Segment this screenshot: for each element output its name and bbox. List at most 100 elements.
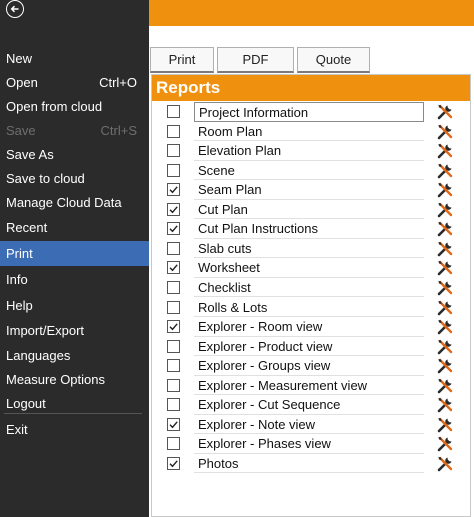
wrench-screwdriver-icon[interactable] — [436, 259, 454, 277]
wrench-screwdriver-icon[interactable] — [436, 396, 454, 414]
report-checkbox[interactable] — [167, 456, 180, 470]
report-checkbox[interactable] — [167, 280, 180, 294]
report-row: Elevation Plan — [152, 141, 470, 161]
reports-header: Reports — [152, 75, 470, 101]
wrench-screwdriver-icon[interactable] — [436, 416, 454, 434]
menu-item-import-export[interactable]: Import/Export — [0, 318, 149, 343]
wrench-screwdriver-icon[interactable] — [436, 220, 454, 238]
report-label[interactable]: Scene — [194, 161, 424, 181]
report-label[interactable]: Slab cuts — [194, 239, 424, 259]
wrench-screwdriver-icon[interactable] — [436, 181, 454, 199]
report-label[interactable]: Explorer - Cut Sequence — [194, 395, 424, 415]
report-label[interactable]: Rolls & Lots — [194, 298, 424, 317]
report-label[interactable]: Seam Plan — [194, 180, 424, 200]
shortcut-label: Ctrl+O — [99, 75, 137, 90]
report-row: Scene — [152, 161, 470, 181]
report-label[interactable]: Explorer - Phases view — [194, 434, 424, 454]
report-checkbox[interactable] — [167, 339, 180, 353]
report-checkbox[interactable] — [167, 163, 180, 177]
title-bar — [149, 0, 474, 26]
menu-item-recent[interactable]: Recent — [0, 215, 149, 240]
wrench-screwdriver-icon[interactable] — [436, 435, 454, 453]
menu-item-info[interactable]: Info — [0, 267, 149, 292]
menu-item-measure-options[interactable]: Measure Options — [0, 367, 149, 392]
report-row: Seam Plan — [152, 180, 470, 200]
report-checkbox[interactable] — [167, 300, 180, 314]
report-label[interactable]: Checklist — [194, 278, 424, 298]
report-checkbox[interactable] — [167, 105, 180, 118]
report-checkbox[interactable] — [167, 417, 180, 431]
report-label[interactable]: Explorer - Room view — [194, 317, 424, 337]
report-row: Project Information — [152, 102, 470, 122]
menu-item-manage-cloud-data[interactable]: Manage Cloud Data — [0, 190, 149, 215]
report-row: Rolls & Lots — [152, 298, 470, 317]
report-row: Explorer - Measurement view — [152, 376, 470, 396]
report-row: Explorer - Phases view — [152, 434, 470, 454]
report-label[interactable]: Explorer - Groups view — [194, 356, 424, 376]
report-row: Slab cuts — [152, 239, 470, 259]
report-row: Checklist — [152, 278, 470, 298]
wrench-screwdriver-icon[interactable] — [436, 357, 454, 375]
report-checkbox[interactable] — [167, 241, 180, 255]
back-arrow-icon[interactable] — [6, 0, 24, 18]
report-row: Explorer - Product view — [152, 337, 470, 357]
backstage-sidebar: New Open Ctrl+O Open from cloud Save Ctrl+… — [0, 0, 149, 517]
report-label[interactable]: Cut Plan — [194, 200, 424, 220]
report-label[interactable]: Explorer - Product view — [194, 337, 424, 357]
report-checkbox[interactable] — [167, 144, 180, 158]
report-row: Cut Plan — [152, 200, 470, 220]
wrench-screwdriver-icon[interactable] — [436, 318, 454, 336]
menu-divider — [4, 413, 142, 414]
menu-item-help[interactable]: Help — [0, 293, 149, 318]
wrench-screwdriver-icon[interactable] — [436, 377, 454, 395]
report-checkbox[interactable] — [167, 359, 180, 373]
menu-item-languages[interactable]: Languages — [0, 343, 149, 368]
wrench-screwdriver-icon[interactable] — [436, 123, 454, 141]
menu-item-save: Save Ctrl+S — [0, 118, 149, 143]
tab-quote[interactable]: Quote — [297, 47, 370, 73]
wrench-screwdriver-icon[interactable] — [436, 201, 454, 219]
menu-item-open-from-cloud[interactable]: Open from cloud — [0, 94, 149, 119]
report-label[interactable]: Worksheet — [194, 258, 424, 278]
wrench-screwdriver-icon[interactable] — [436, 299, 454, 317]
report-label[interactable]: Cut Plan Instructions — [194, 219, 424, 239]
tab-print[interactable]: Print — [150, 47, 214, 73]
report-row: Worksheet — [152, 258, 470, 278]
report-checkbox[interactable] — [167, 202, 180, 216]
report-checkbox[interactable] — [167, 398, 180, 412]
report-row: Photos — [152, 454, 470, 474]
menu-item-exit[interactable]: Exit — [0, 417, 149, 442]
wrench-screwdriver-icon[interactable] — [436, 338, 454, 356]
wrench-screwdriver-icon[interactable] — [436, 279, 454, 297]
report-checkbox[interactable] — [167, 183, 180, 197]
report-row: Explorer - Cut Sequence — [152, 395, 470, 415]
menu-item-save-as[interactable]: Save As — [0, 142, 149, 167]
report-label[interactable]: Photos — [194, 454, 424, 474]
wrench-screwdriver-icon[interactable] — [436, 455, 454, 473]
shortcut-label: Ctrl+S — [100, 123, 137, 138]
report-label[interactable]: Project Information — [194, 102, 424, 122]
wrench-screwdriver-icon[interactable] — [436, 240, 454, 258]
menu-item-print[interactable]: Print — [0, 241, 149, 266]
report-checkbox[interactable] — [167, 320, 180, 334]
report-row: Cut Plan Instructions — [152, 219, 470, 239]
wrench-screwdriver-icon[interactable] — [436, 162, 454, 180]
report-label[interactable]: Elevation Plan — [194, 141, 424, 161]
report-label[interactable]: Explorer - Measurement view — [194, 376, 424, 396]
report-row: Explorer - Room view — [152, 317, 470, 337]
report-row: Explorer - Groups view — [152, 356, 470, 376]
report-checkbox[interactable] — [167, 222, 180, 236]
report-label[interactable]: Room Plan — [194, 122, 424, 142]
menu-item-new[interactable]: New — [0, 46, 149, 71]
wrench-screwdriver-icon[interactable] — [436, 103, 454, 121]
menu-item-open[interactable]: Open Ctrl+O — [0, 70, 149, 95]
reports-panel: Reports Project Information Room Plan Elev… — [151, 74, 471, 517]
report-checkbox[interactable] — [167, 378, 180, 392]
report-checkbox[interactable] — [167, 261, 180, 275]
report-checkbox[interactable] — [167, 124, 180, 138]
report-label[interactable]: Explorer - Note view — [194, 415, 424, 435]
report-checkbox[interactable] — [167, 437, 180, 451]
menu-item-save-to-cloud[interactable]: Save to cloud — [0, 166, 149, 191]
wrench-screwdriver-icon[interactable] — [436, 142, 454, 160]
tab-pdf[interactable]: PDF — [217, 47, 294, 73]
